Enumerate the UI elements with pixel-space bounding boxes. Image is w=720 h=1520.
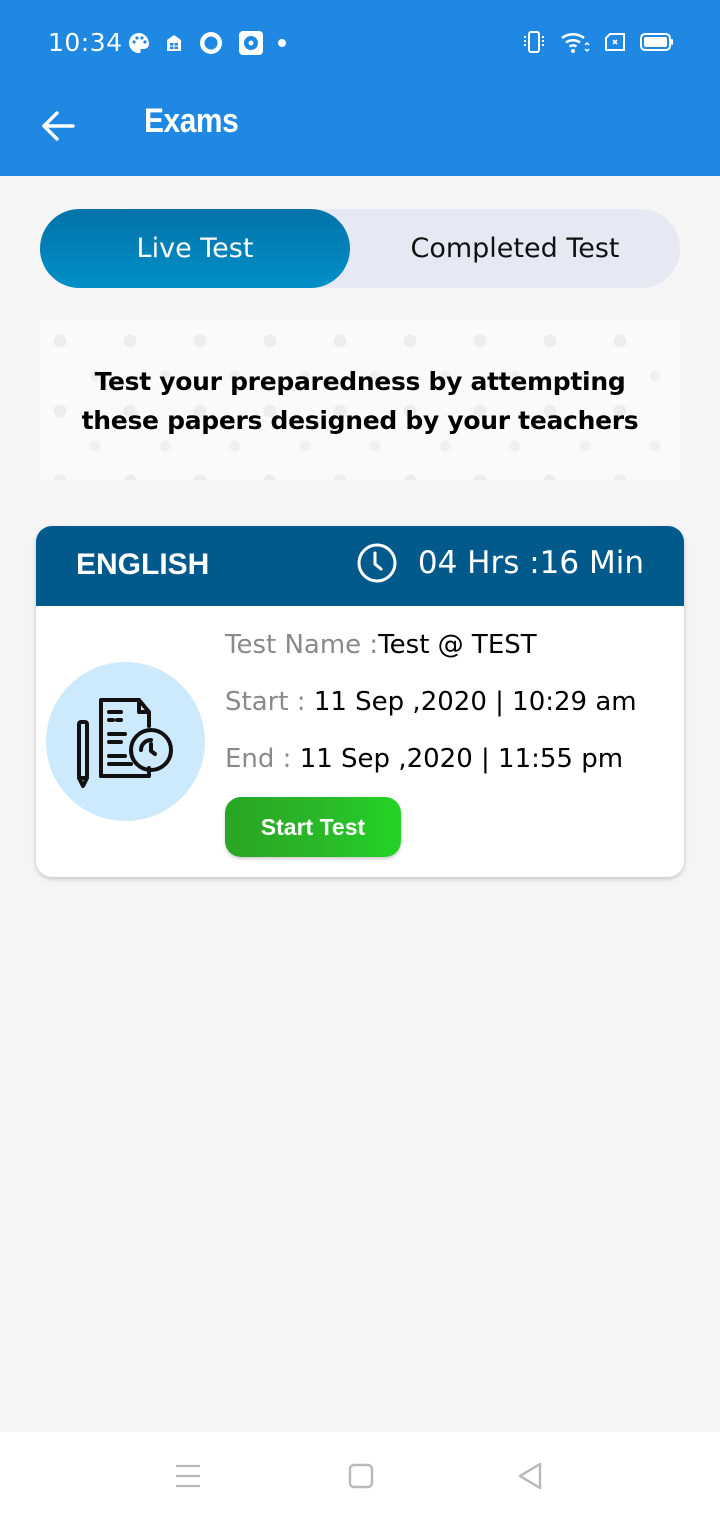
- store-icon: [167, 35, 181, 51]
- end-value: 11 Sep ,2020 | 11:55 pm: [299, 744, 624, 774]
- start-test-button[interactable]: Start Test: [225, 797, 401, 857]
- clock-icon: [357, 543, 397, 583]
- exam-timer: 04 Hrs :16 Min: [356, 542, 644, 584]
- status-left-icons: [128, 30, 286, 56]
- back-triangle-icon: [518, 1462, 542, 1490]
- exam-subject: ENGLISH: [76, 548, 210, 581]
- status-bar: 10:34: [0, 0, 720, 88]
- status-time: 10:34: [48, 28, 123, 57]
- exam-icon-circle: [46, 662, 205, 821]
- wifi-icon: [561, 33, 590, 53]
- menu-icon: [176, 1464, 200, 1488]
- time-remaining: 04 Hrs :16 Min: [417, 545, 644, 581]
- dot-icon: [278, 39, 286, 47]
- start-label: Start :: [225, 687, 314, 717]
- sim-icon: [605, 33, 625, 51]
- ring-icon: [200, 32, 222, 54]
- palette-icon: [129, 33, 149, 53]
- start-time-line: Start : 11 Sep ,2020 | 10:29 am: [225, 687, 637, 717]
- start-value: 11 Sep ,2020 | 10:29 am: [313, 687, 637, 717]
- battery-icon: [640, 33, 673, 51]
- test-tab-switch: Live Test Completed Test: [40, 209, 680, 288]
- info-banner: Test your preparedness by attempting the…: [40, 321, 680, 480]
- back-button[interactable]: [36, 104, 80, 148]
- banner-text: Test your preparedness by attempting the…: [82, 362, 639, 440]
- exam-card-header: ENGLISH 04 Hrs :16 Min: [36, 526, 684, 606]
- banner-line-1: Test your preparedness by attempting: [94, 366, 626, 396]
- exam-paper-icon: [76, 697, 173, 788]
- exam-card: ENGLISH 04 Hrs :16 Min Test Name:Test @…: [36, 526, 684, 877]
- status-right-icons: [522, 30, 674, 54]
- nav-home-button[interactable]: [341, 1456, 381, 1496]
- arrow-left-icon: [42, 111, 75, 141]
- test-name-value: Test @ TEST: [378, 630, 537, 660]
- home-icon: [348, 1463, 374, 1489]
- test-name-line: Test Name :Test @ TEST: [225, 630, 537, 660]
- page-title: Exams: [144, 102, 239, 140]
- tab-completed-test[interactable]: Completed Test: [350, 209, 680, 288]
- nav-back-button[interactable]: [510, 1456, 550, 1496]
- nav-menu-button[interactable]: [168, 1456, 208, 1496]
- end-label: End :: [225, 744, 300, 774]
- test-name-label: Test Name :: [225, 630, 379, 660]
- app-bar: Exams: [0, 88, 720, 176]
- end-time-line: End : 11 Sep ,2020 | 11:55 pm: [225, 744, 623, 774]
- vibrate-icon: [524, 31, 544, 53]
- tab-live-test[interactable]: Live Test: [40, 209, 350, 288]
- banner-line-2: these papers designed by your teachers: [81, 405, 639, 435]
- camera-app-icon: [239, 31, 263, 55]
- system-nav-bar: [0, 1432, 720, 1520]
